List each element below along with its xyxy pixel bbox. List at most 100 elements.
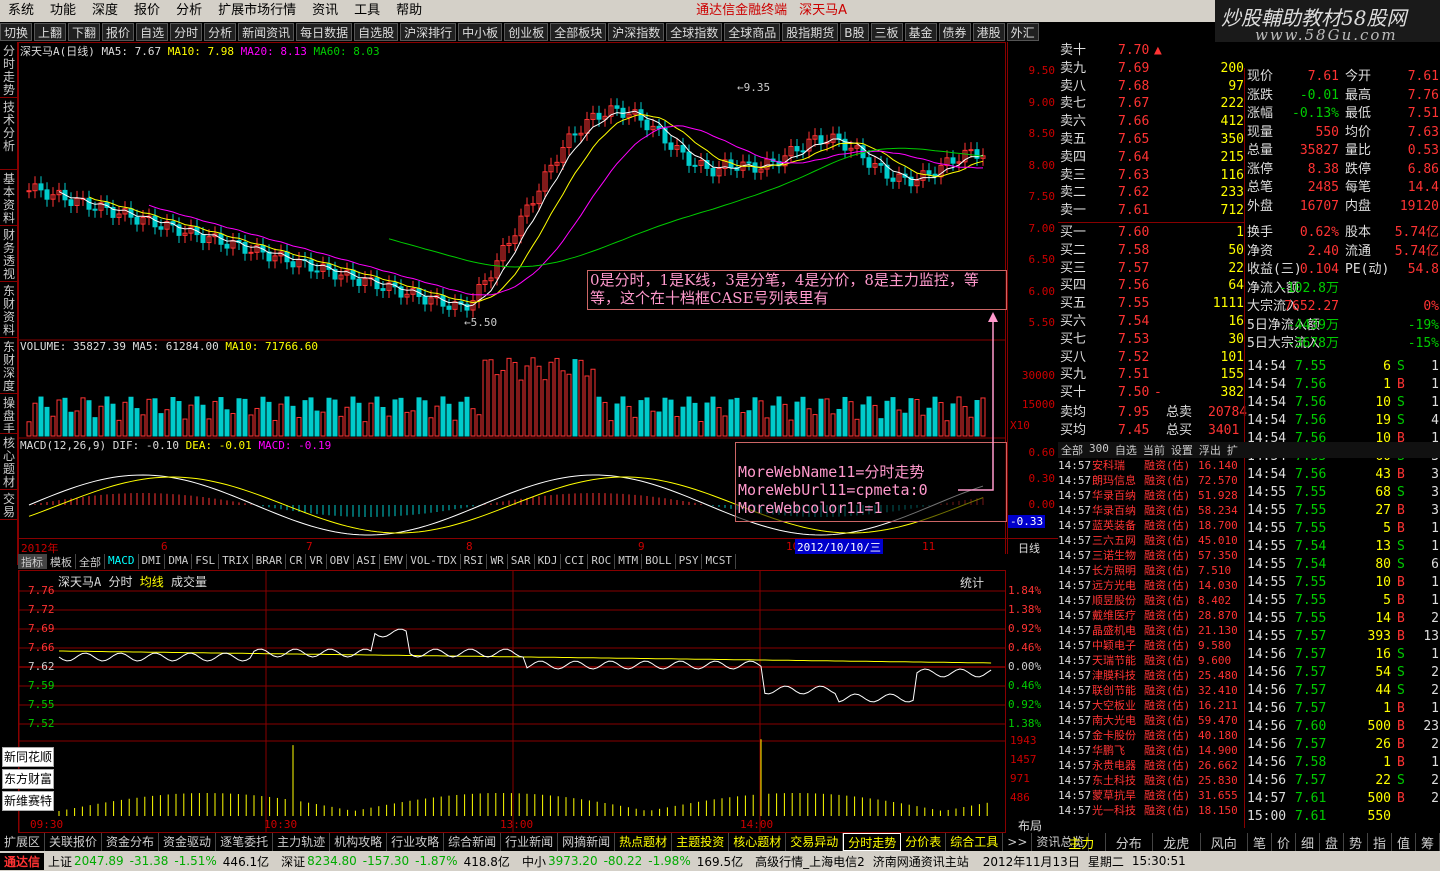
- right-detail-tab[interactable]: 细: [1296, 833, 1320, 852]
- ask-row[interactable]: 卖二 7.62 233: [1058, 184, 1244, 202]
- news-row[interactable]: 14:57 长方照明 融资(估) 7.510: [1058, 563, 1244, 578]
- vertical-tab[interactable]: 操盘手: [0, 394, 18, 434]
- news-tab[interactable]: 当前: [1140, 442, 1168, 458]
- right-bottom-tab[interactable]: 风向: [1201, 833, 1248, 852]
- bid-row[interactable]: 买六 7.54 16: [1058, 313, 1244, 331]
- ask-row[interactable]: 卖九 7.69 200: [1058, 60, 1244, 78]
- news-tab[interactable]: 300: [1086, 442, 1112, 458]
- right-detail-tab[interactable]: 价: [1272, 833, 1296, 852]
- toolbar-button[interactable]: 中小板: [458, 23, 503, 41]
- right-bottom-tab[interactable]: 分布: [1106, 833, 1153, 852]
- indicator-tab[interactable]: MCST: [702, 554, 736, 569]
- bid-row[interactable]: 买九 7.51 155: [1058, 366, 1244, 384]
- news-row[interactable]: 14:57 南大光电 融资(估) 59.470: [1058, 713, 1244, 728]
- toolbar-button[interactable]: 下翻: [68, 23, 101, 41]
- ask-row[interactable]: 卖八 7.68 97: [1058, 78, 1244, 96]
- bid-row[interactable]: 买七 7.53 30: [1058, 331, 1244, 349]
- bid-row[interactable]: 买一 7.60 1: [1058, 224, 1244, 242]
- news-row[interactable]: 14:57 光一科技 融资(估) 18.150: [1058, 803, 1244, 818]
- bottom-nav-tab[interactable]: >>: [1003, 833, 1033, 851]
- sz-label[interactable]: 深证: [281, 853, 305, 870]
- menu-ext-market[interactable]: 扩展市场行情: [210, 0, 304, 22]
- vertical-tab[interactable]: 财务透视: [0, 226, 18, 282]
- indicator-tab[interactable]: OBV: [327, 554, 354, 569]
- toolbar-button[interactable]: 全球指数: [666, 23, 723, 41]
- ask-row[interactable]: 卖三 7.63 116: [1058, 167, 1244, 185]
- indicator-tab[interactable]: WR: [487, 554, 508, 569]
- toolbar-button[interactable]: 全球商品: [724, 23, 781, 41]
- indicator-tab[interactable]: ASI: [354, 554, 381, 569]
- indicator-tab[interactable]: EMV: [380, 554, 408, 569]
- bid-row[interactable]: 买十 7.50- 382: [1058, 384, 1244, 402]
- bid-row[interactable]: 买四 7.56 64: [1058, 277, 1244, 295]
- bottom-nav-tab[interactable]: 主力轨迹: [273, 833, 331, 851]
- bottom-nav-tab[interactable]: 综合工具: [946, 833, 1004, 851]
- bid-row[interactable]: 买八 7.52 101: [1058, 349, 1244, 367]
- toolbar-button[interactable]: 沪深指数: [608, 23, 665, 41]
- toolbar-button[interactable]: 分析: [204, 23, 237, 41]
- menu-news[interactable]: 资讯: [304, 0, 346, 22]
- news-row[interactable]: 14:57 顺昱股份 融资(估) 8.402: [1058, 593, 1244, 608]
- indicator-tab[interactable]: KDJ: [535, 554, 562, 569]
- vertical-tab[interactable]: 分时走势: [0, 42, 18, 98]
- ask-row[interactable]: 卖六 7.66 412: [1058, 113, 1244, 131]
- vertical-tab[interactable]: 核心题材: [0, 434, 18, 490]
- indicator-tab[interactable]: CR: [286, 554, 307, 569]
- bottom-nav-tab[interactable]: 行业攻略: [387, 833, 445, 851]
- indicator-tab[interactable]: VOL-TDX: [407, 554, 461, 569]
- zx-label[interactable]: 中小: [522, 853, 546, 870]
- ask-row[interactable]: 卖十 7.70 ▲: [1058, 42, 1244, 60]
- indicator-tab[interactable]: 模板: [47, 554, 76, 569]
- indicator-tab[interactable]: DMA: [165, 554, 193, 569]
- bottom-nav-tab[interactable]: 热点题材: [615, 833, 673, 851]
- toolbar-button[interactable]: 全部板块: [550, 23, 607, 41]
- indicator-tab[interactable]: BOLL: [642, 554, 676, 569]
- news-row[interactable]: 14:57 蓝英装备 融资(估) 18.700: [1058, 518, 1244, 533]
- news-row[interactable]: 14:57 津膜科技 融资(估) 25.480: [1058, 668, 1244, 683]
- toolbar-button[interactable]: 基金: [904, 23, 937, 41]
- toolbar-button[interactable]: 沪深排行: [400, 23, 457, 41]
- right-detail-tab[interactable]: 笔: [1248, 833, 1272, 852]
- ask-row[interactable]: 卖四 7.64 215: [1058, 149, 1244, 167]
- news-tab[interactable]: 设置: [1168, 442, 1196, 458]
- right-bottom-tab[interactable]: 主力: [1058, 833, 1106, 852]
- news-row[interactable]: 14:57 戴维医疗 融资(估) 28.870: [1058, 608, 1244, 623]
- toolbar-button[interactable]: 每日数据: [296, 23, 353, 41]
- vertical-tab[interactable]: 基本资料: [0, 170, 18, 226]
- vertical-tab[interactable]: 技术分析: [0, 98, 18, 170]
- news-site[interactable]: 济南网通资讯主站: [873, 853, 969, 870]
- bottom-nav-tab[interactable]: 逐笔委托: [216, 833, 274, 851]
- menu-help[interactable]: 帮助: [388, 0, 430, 22]
- news-row[interactable]: 14:57 大空板业 融资(估) 16.211: [1058, 698, 1244, 713]
- bottom-nav-tab[interactable]: 机构攻略: [330, 833, 388, 851]
- news-tab[interactable]: 全部: [1058, 442, 1086, 458]
- ask-row[interactable]: 卖一 7.61 712: [1058, 202, 1244, 220]
- menu-analysis[interactable]: 分析: [168, 0, 210, 22]
- indicator-tab[interactable]: DMI: [139, 554, 166, 569]
- indicator-tab[interactable]: RSI: [461, 554, 488, 569]
- news-row[interactable]: 14:57 安科瑞 融资(估) 16.140: [1058, 458, 1244, 473]
- toolbar-button[interactable]: 债券: [938, 23, 971, 41]
- bottom-nav-tab[interactable]: 分时走势: [843, 833, 902, 851]
- toolbar-button[interactable]: B股: [840, 23, 869, 41]
- news-row[interactable]: 14:57 华录百纳 融资(估) 58.234: [1058, 503, 1244, 518]
- indicator-tab[interactable]: FSL: [192, 554, 220, 569]
- side-button-weisaite[interactable]: 新维赛特: [2, 791, 54, 811]
- news-row[interactable]: 14:57 远方光电 融资(估) 14.030: [1058, 578, 1244, 593]
- bottom-nav-tab[interactable]: 扩展区: [0, 833, 46, 851]
- news-row[interactable]: 14:57 天瑞节能 融资(估) 9.600: [1058, 653, 1244, 668]
- indicator-tab[interactable]: SAR: [508, 554, 535, 569]
- menu-depth[interactable]: 深度: [84, 0, 126, 22]
- right-detail-tab[interactable]: 势: [1344, 833, 1368, 852]
- menu-system[interactable]: 系统: [0, 0, 42, 22]
- news-row[interactable]: 14:57 三六五网 融资(估) 45.010: [1058, 533, 1244, 548]
- side-button-ths[interactable]: 新同花顺: [2, 747, 54, 767]
- right-detail-tab[interactable]: 值: [1392, 833, 1416, 852]
- news-row[interactable]: 14:57 华录百纳 融资(估) 51.928: [1058, 488, 1244, 503]
- news-row[interactable]: 14:57 华鹏飞 融资(估) 14.900: [1058, 743, 1244, 758]
- ask-row[interactable]: 卖七 7.67 222: [1058, 95, 1244, 113]
- indicator-tab[interactable]: 指标: [18, 554, 47, 569]
- toolbar-button[interactable]: 外汇: [1006, 23, 1039, 41]
- vertical-tab[interactable]: 东财资料: [0, 282, 18, 338]
- toolbar-button[interactable]: 港股: [972, 23, 1005, 41]
